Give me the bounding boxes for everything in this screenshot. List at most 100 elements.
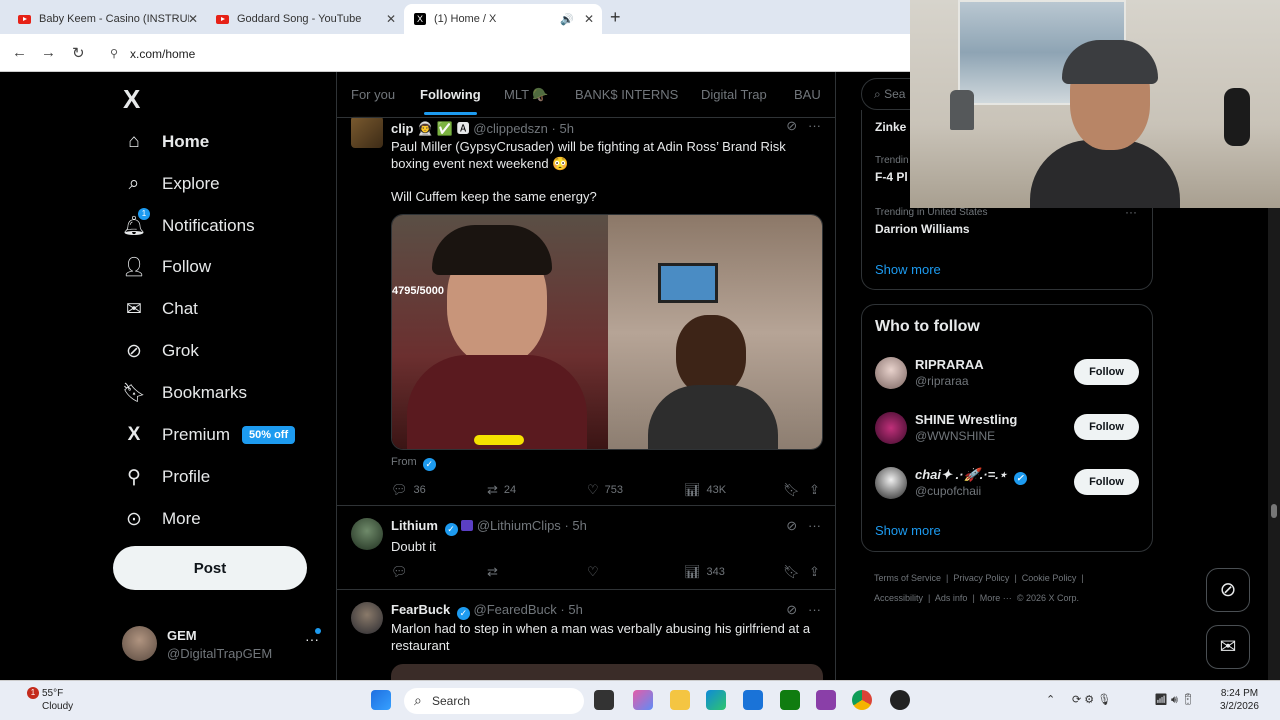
taskbar-search[interactable]: Search — [404, 688, 584, 714]
obs-icon[interactable] — [890, 690, 910, 710]
edge-icon[interactable] — [706, 690, 726, 710]
account-switcher[interactable]: GEM @DigitalTrapGEM ··· — [122, 626, 322, 666]
privacy-link[interactable]: Privacy Policy — [953, 573, 1009, 583]
chrome-icon[interactable] — [852, 690, 872, 710]
grok-float-button[interactable]: ⊘ — [1206, 568, 1250, 612]
sidebar-item-follow[interactable]: 👤︎ Follow — [122, 250, 211, 284]
reply-button[interactable]: 💬︎ 36 — [391, 482, 426, 498]
trend-item[interactable]: Zinke — [875, 120, 906, 134]
sidebar-item-chat[interactable]: ✉ Chat — [122, 292, 198, 326]
close-icon[interactable]: ✕ — [386, 12, 396, 26]
messages-float-button[interactable]: ✉ — [1206, 625, 1250, 669]
tweet-time[interactable]: 5h — [568, 602, 582, 617]
author-handle[interactable]: @clippedszn — [473, 121, 548, 136]
tweet-time[interactable]: 5h — [572, 518, 586, 533]
close-icon[interactable]: ✕ — [188, 12, 198, 26]
more-horizontal-icon[interactable]: ··· — [808, 118, 821, 133]
tweet-media-preview[interactable] — [391, 664, 823, 680]
reload-icon[interactable]: ↻ — [72, 44, 85, 62]
browser-tab[interactable]: Goddard Song - YouTube ✕ — [206, 4, 404, 34]
chevron-up-icon[interactable]: ⌃ — [1046, 693, 1055, 706]
suggested-user[interactable]: RIPRARAA @ripraraa Follow — [875, 355, 1145, 395]
cookie-link[interactable]: Cookie Policy — [1022, 573, 1077, 583]
author-handle[interactable]: @FearedBuck — [474, 602, 557, 617]
views-button[interactable]: 📊︎ 43K — [684, 482, 726, 498]
scrollbar-thumb[interactable] — [1271, 504, 1277, 518]
back-icon[interactable]: ← — [12, 44, 27, 61]
tab-bau[interactable]: BAU — [794, 87, 821, 102]
sidebar-item-profile[interactable]: ⚲ Profile — [122, 460, 210, 494]
grok-icon[interactable]: ⊘ — [786, 118, 797, 133]
share-button[interactable]: ⇪ — [809, 564, 826, 580]
tweet-time[interactable]: 5h — [559, 121, 573, 136]
start-icon[interactable] — [371, 690, 391, 710]
sidebar-item-notifications[interactable]: 🔔︎ 1 Notifications — [122, 208, 255, 243]
show-more-link[interactable]: Show more — [875, 262, 941, 277]
terms-link[interactable]: Terms of Service — [874, 573, 941, 583]
follow-button[interactable]: Follow — [1074, 469, 1139, 495]
tweet-video[interactable]: 4795/5000 — [391, 214, 823, 450]
repost-button[interactable]: ⇄ 24 — [487, 482, 516, 498]
follow-button[interactable]: Follow — [1074, 359, 1139, 385]
more-horizontal-icon[interactable]: ··· — [305, 631, 319, 647]
author-handle[interactable]: @LithiumClips — [477, 518, 561, 533]
copilot-icon[interactable] — [633, 690, 653, 710]
page-scrollbar[interactable] — [1268, 208, 1280, 680]
tab-mlt[interactable]: MLT 🪖 — [504, 87, 549, 103]
task-view-icon[interactable] — [594, 690, 614, 710]
system-clock[interactable]: 8:24 PM 3/2/2026 — [1220, 687, 1259, 713]
app-icon[interactable] — [816, 690, 836, 710]
author-name[interactable]: FearBuck — [391, 602, 450, 617]
sidebar-item-premium[interactable]: X Premium 50% off — [122, 418, 296, 452]
trend-item[interactable]: Darrion Williams — [875, 222, 970, 236]
tab-digital-trap[interactable]: Digital Trap — [701, 87, 767, 102]
more-horizontal-icon[interactable]: ··· — [808, 518, 821, 533]
suggested-user[interactable]: chai✦ .·🚀.·=.⋆ ✓ @cupofchaii Follow — [875, 465, 1145, 505]
new-tab-button[interactable]: + — [610, 7, 621, 28]
bookmark-button[interactable]: 🔖︎ — [783, 564, 806, 580]
accessibility-link[interactable]: Accessibility — [874, 593, 923, 603]
views-button[interactable]: 📊︎ 343 — [684, 564, 725, 580]
suggested-user[interactable]: SHINE Wrestling @WWNSHINE Follow — [875, 410, 1145, 450]
reply-button[interactable]: 💬︎ — [391, 564, 414, 580]
tweet[interactable]: clip 👨‍🚀 ✅ 🅰 @clippedszn · 5h ⊘ ··· Paul… — [337, 116, 835, 506]
site-info-icon[interactable]: ⚲ — [110, 47, 118, 60]
repost-button[interactable]: ⇄ — [487, 564, 504, 580]
grok-icon[interactable]: ⊘ — [786, 602, 797, 617]
more-link[interactable]: More ··· — [980, 593, 1012, 603]
weather-widget[interactable]: 1 55°F Cloudy — [10, 687, 73, 713]
avatar[interactable] — [351, 116, 383, 148]
avatar[interactable] — [351, 602, 383, 634]
like-button[interactable]: ♡ 753 — [587, 482, 623, 498]
sidebar-item-bookmarks[interactable]: 🔖︎ Bookmarks — [122, 376, 247, 410]
tab-for-you[interactable]: For you — [351, 87, 395, 102]
sidebar-item-home[interactable]: ⌂ Home — [122, 125, 209, 159]
forward-icon[interactable]: → — [41, 44, 56, 61]
store-icon[interactable] — [743, 690, 763, 710]
tweet[interactable]: Lithium ✓ @LithiumClips · 5h ⊘ ··· Doubt… — [337, 506, 835, 590]
sidebar-item-explore[interactable]: ⌕ Explore — [122, 167, 220, 201]
like-button[interactable]: ♡ — [587, 564, 605, 580]
sidebar-item-more[interactable]: ⊙ More — [122, 502, 201, 536]
trend-item[interactable]: F-4 Pl — [875, 170, 908, 184]
browser-tab[interactable]: Baby Keem - Casino (INSTRUMENTAL) ✕ — [8, 4, 206, 34]
avatar[interactable] — [351, 518, 383, 550]
ads-info-link[interactable]: Ads info — [935, 593, 968, 603]
tweet[interactable]: FearBuck ✓ @FearedBuck · 5h ⊘ ··· Marlon… — [337, 590, 835, 680]
x-logo-icon[interactable]: X — [123, 84, 140, 115]
network-volume-icons[interactable]: 📶︎ 🔊︎ 🔋︎ — [1154, 693, 1195, 707]
author-name[interactable]: Lithium — [391, 518, 438, 533]
file-explorer-icon[interactable] — [670, 690, 690, 710]
sidebar-item-grok[interactable]: ⊘ Grok — [122, 334, 199, 368]
tab-bank-interns[interactable]: BANK$ INTERNS — [575, 87, 678, 102]
bookmark-button[interactable]: 🔖︎ — [783, 482, 806, 498]
share-button[interactable]: ⇪ — [809, 482, 826, 498]
show-more-link[interactable]: Show more — [875, 523, 941, 538]
more-horizontal-icon[interactable]: ··· — [808, 602, 821, 617]
xbox-icon[interactable] — [780, 690, 800, 710]
browser-tab-active[interactable]: X (1) Home / X 🔊 ✕ — [404, 4, 602, 34]
close-icon[interactable]: ✕ — [584, 12, 594, 26]
tab-following[interactable]: Following — [420, 87, 481, 115]
follow-button[interactable]: Follow — [1074, 414, 1139, 440]
post-button[interactable]: Post — [113, 546, 307, 590]
